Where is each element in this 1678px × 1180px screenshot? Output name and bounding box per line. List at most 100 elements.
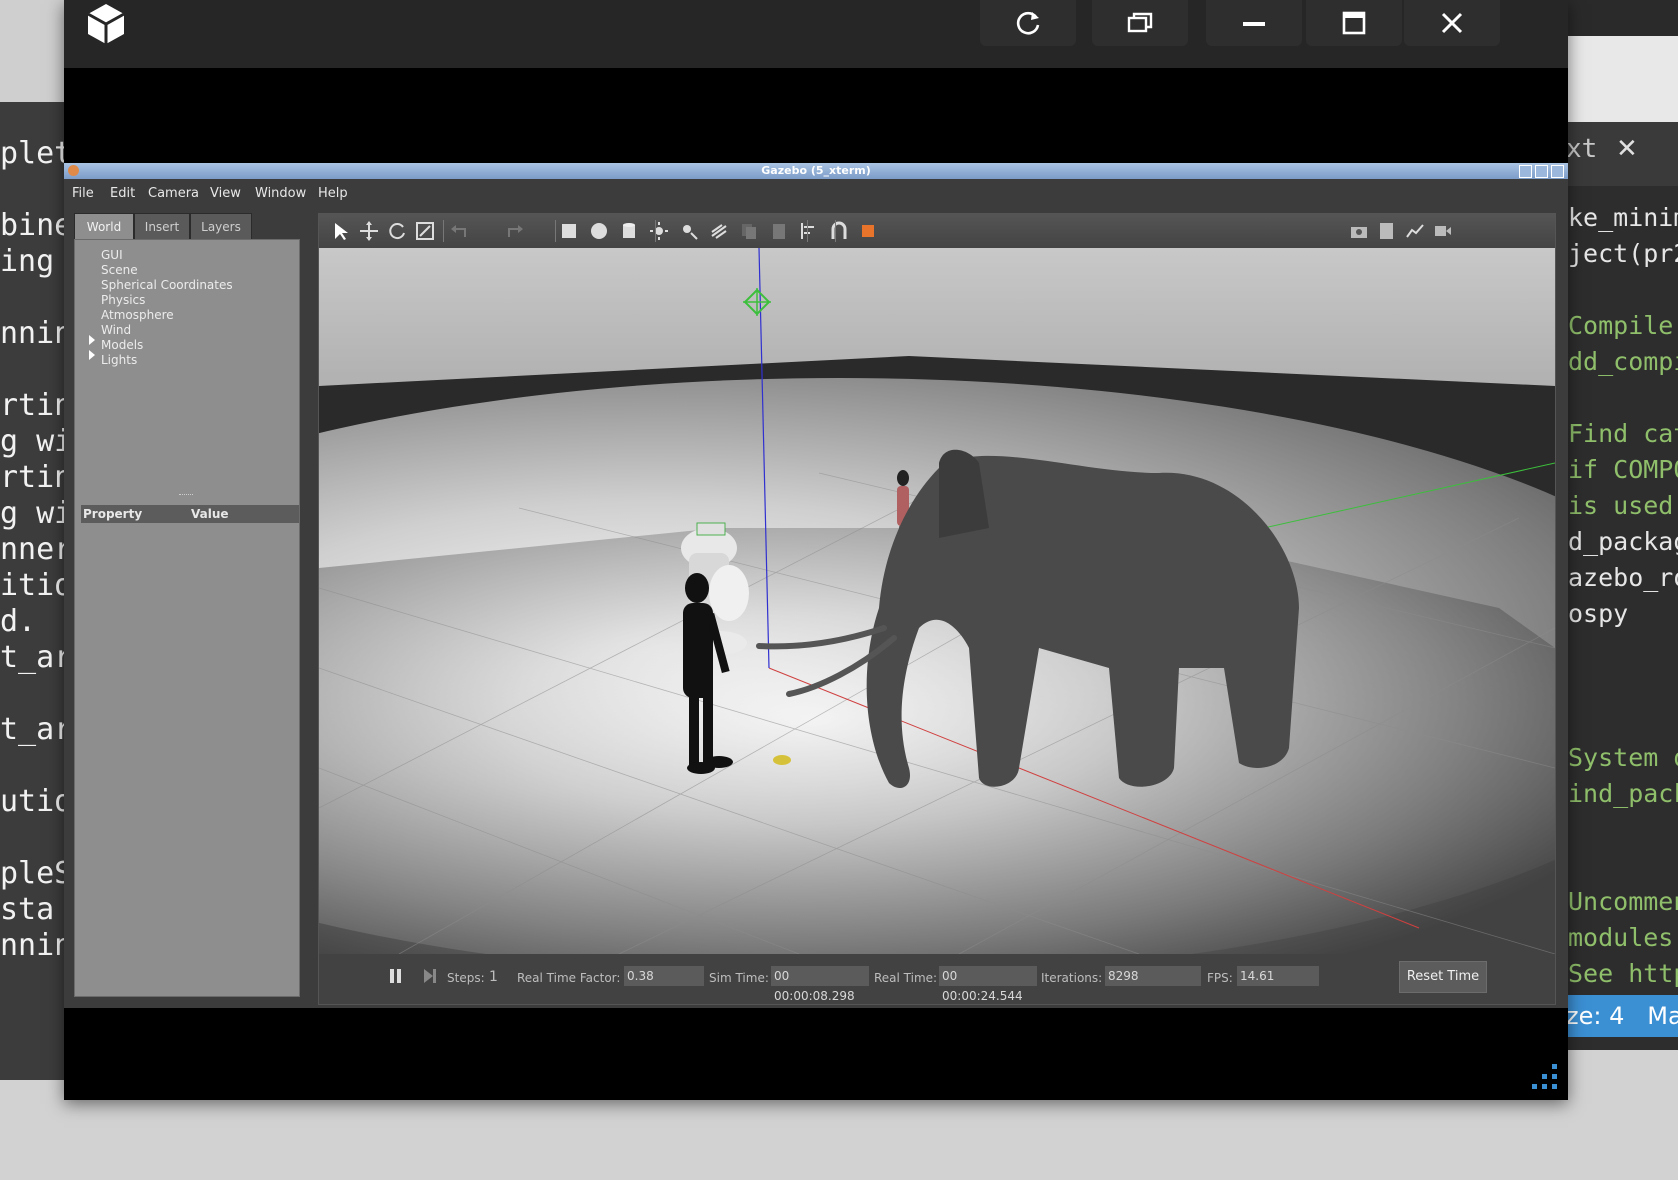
tree-item-atmosphere[interactable]: Atmosphere	[101, 308, 174, 322]
color-icon[interactable]	[859, 221, 879, 241]
left-panel: World Insert Layers GUI Scene Spherical …	[74, 213, 300, 998]
undo-icon[interactable]	[449, 221, 469, 241]
tree-item-wind[interactable]: Wind	[101, 323, 131, 337]
menu-help[interactable]: Help	[318, 186, 348, 201]
maximize-button[interactable]	[1306, 0, 1402, 46]
select-arrow-icon[interactable]	[331, 221, 351, 241]
editor-line: ject(pr2	[1568, 239, 1678, 268]
paste-icon[interactable]	[769, 221, 789, 241]
tree-item-spherical-coordinates[interactable]: Spherical Coordinates	[101, 278, 233, 292]
tree-item-lights[interactable]: Lights	[101, 353, 137, 367]
translate-icon[interactable]	[359, 221, 379, 241]
editor-status-bar: ze: 4 Ma	[1560, 995, 1678, 1037]
fps-label: FPS:	[1207, 971, 1233, 985]
expand-arrow-icon[interactable]	[89, 350, 95, 360]
box-shape-icon[interactable]	[559, 221, 579, 241]
rotate-icon[interactable]	[387, 221, 407, 241]
refresh-button[interactable]	[980, 0, 1076, 46]
editor-line: d_packag	[1568, 527, 1678, 556]
toolbar-separator	[807, 220, 808, 242]
menu-bar: File Edit Camera View Window Help	[64, 179, 1568, 209]
expand-arrow-icon[interactable]	[89, 335, 95, 345]
editor-tab[interactable]: xt ✕	[1560, 122, 1678, 186]
editor-line: ke_minim	[1568, 203, 1678, 232]
editor-line: Uncommen	[1568, 887, 1678, 916]
terminal-line: nnin	[0, 928, 68, 963]
refresh-icon	[1016, 11, 1040, 35]
cylinder-shape-icon[interactable]	[619, 221, 639, 241]
menu-window[interactable]: Window	[255, 186, 306, 201]
tab-layers[interactable]: Layers	[190, 213, 252, 240]
snap-icon[interactable]	[829, 221, 849, 241]
value-column-header: Value	[191, 507, 229, 521]
minimize-icon	[1243, 22, 1265, 26]
terminal-line: t_ar	[0, 640, 68, 675]
editor-line: azebo_ro	[1568, 563, 1678, 592]
tree-item-scene[interactable]: Scene	[101, 263, 138, 277]
menu-view[interactable]: View	[210, 186, 241, 201]
window-restore-button[interactable]	[1092, 0, 1188, 46]
terminal-line: t_ar	[0, 712, 68, 747]
editor-line: Compile	[1568, 311, 1674, 340]
close-icon	[1441, 12, 1463, 34]
spot-light-icon[interactable]	[679, 221, 699, 241]
terminal-line: g wi	[0, 496, 68, 531]
log-icon[interactable]	[1377, 221, 1397, 241]
3d-scene[interactable]	[319, 248, 1555, 954]
sim-time-label: Sim Time:	[709, 971, 769, 985]
minimize-button[interactable]	[1206, 0, 1302, 46]
reset-time-button[interactable]: Reset Time	[1399, 961, 1487, 993]
editor-line: ind_pack	[1568, 779, 1678, 808]
toolbar-separator	[555, 220, 556, 242]
editor-line: if COMPO	[1568, 455, 1678, 484]
redo-icon[interactable]	[505, 221, 525, 241]
maximize-icon	[1342, 11, 1366, 35]
tree-item-gui[interactable]: GUI	[101, 248, 123, 262]
steps-value[interactable]: 1	[489, 969, 498, 985]
iterations-value: 8298	[1105, 966, 1201, 986]
plot-icon[interactable]	[1405, 221, 1425, 241]
menu-file[interactable]: File	[72, 186, 94, 201]
terminal-line: pleS	[0, 856, 68, 891]
tree-item-models[interactable]: Models	[101, 338, 143, 352]
sphere-shape-icon[interactable]	[589, 221, 609, 241]
screenshot-icon[interactable]	[1349, 221, 1369, 241]
editor-line: System d	[1568, 743, 1678, 772]
step-icon[interactable]	[423, 968, 437, 984]
terminal-line: d.	[0, 604, 37, 639]
point-light-icon[interactable]	[649, 221, 669, 241]
property-column-header: Property	[83, 507, 143, 521]
directional-light-icon[interactable]	[709, 221, 729, 241]
align-icon[interactable]	[799, 221, 819, 241]
menu-edit[interactable]: Edit	[110, 186, 135, 201]
cube-logo-icon	[87, 4, 125, 44]
menu-camera[interactable]: Camera	[148, 186, 199, 201]
background-editor-window: xt ✕ ke_minim ject(pr2 Compile dd_compi Find…	[1560, 0, 1678, 1050]
tab-world[interactable]: World	[74, 213, 134, 240]
copy-icon[interactable]	[739, 221, 759, 241]
tab-insert[interactable]: Insert	[134, 213, 190, 240]
3d-viewport-panel: Steps: 1 Real Time Factor: 0.38 Sim Time…	[318, 213, 1556, 1005]
pause-icon[interactable]	[389, 968, 403, 984]
toolbar-separator	[443, 220, 444, 242]
iterations-label: Iterations:	[1041, 971, 1103, 985]
maximize-icon[interactable]	[1535, 165, 1548, 178]
tree-item-physics[interactable]: Physics	[101, 293, 145, 307]
small-yellow-object	[773, 755, 791, 765]
terminal-line: rtin	[0, 388, 68, 423]
editor-line: See http	[1568, 959, 1678, 988]
minimize-icon[interactable]	[1519, 165, 1532, 178]
gazebo-titlebar: Gazebo (5_xterm)	[64, 163, 1568, 179]
terminal-line: g wi	[0, 424, 68, 459]
close-icon[interactable]	[1551, 165, 1564, 178]
terminal-line: ing	[0, 244, 55, 279]
terminal-line: rtin	[0, 460, 68, 495]
splitter-handle[interactable]	[179, 494, 193, 497]
close-icon[interactable]: ✕	[1616, 134, 1638, 164]
scale-icon[interactable]	[415, 221, 435, 241]
resize-grip-icon[interactable]	[1532, 1062, 1562, 1092]
record-video-icon[interactable]	[1433, 221, 1453, 241]
background-terminal-window: plet bine ing nnin rtin g wi rtin g wi nner itio d…	[0, 0, 68, 1080]
terminal-line: nner	[0, 532, 68, 567]
close-button[interactable]	[1404, 0, 1500, 46]
